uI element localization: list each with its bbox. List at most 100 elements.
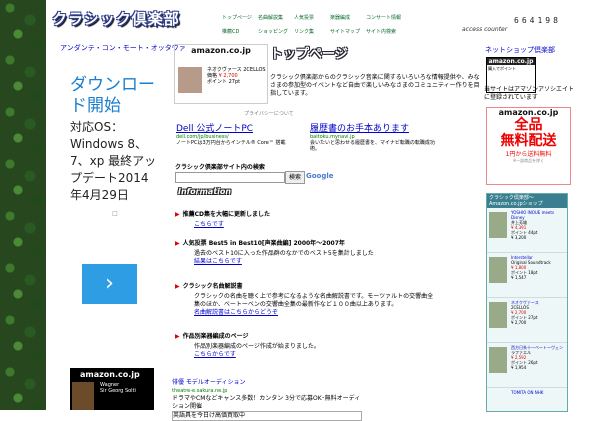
news-item: 作品別楽器編成のページ 作品別楽器編成のページ作成が始まりました。こちらからです bbox=[175, 331, 435, 359]
nav-site-search[interactable]: サイト内検索 bbox=[366, 28, 396, 35]
news-body: 作品別楽器編成のページ作成が始まりました。 こちらからです bbox=[194, 343, 435, 359]
points: ポイント 27pt bbox=[207, 79, 241, 85]
google-logo: Google bbox=[306, 172, 334, 180]
item-thumbnail[interactable] bbox=[489, 347, 507, 373]
access-counter-label: access counter bbox=[462, 26, 508, 33]
nav-popular-vote[interactable]: 人気投票 bbox=[294, 14, 322, 21]
album-thumbnail[interactable] bbox=[178, 67, 202, 93]
nav-sitemap[interactable]: サイトマップ bbox=[330, 28, 360, 35]
album-info: ネオクヴァース 2CELLOS 価格 ¥ 2,700 ポイント 27pt bbox=[207, 67, 266, 85]
ad-body: 対応OS：Windows 8、7、xp 最終アップデート2014年4月29日 bbox=[70, 120, 157, 202]
ad-arrow-button[interactable]: › bbox=[82, 264, 137, 304]
item-info: TOMITA ON NHK bbox=[511, 390, 543, 395]
news-item: 人気投票 Best5 in Best10[声楽曲編] 2000年〜2007年 過… bbox=[175, 238, 435, 266]
audition-ad[interactable]: 俳優 モデルオーディション theatre-e.sakura.ne.jp ドラマ… bbox=[172, 379, 362, 421]
andante-link[interactable]: アンダンテ・コン・モート・オッタヴァ bbox=[60, 44, 186, 52]
search-button[interactable]: 検索 bbox=[285, 171, 305, 184]
ad-dell[interactable]: Dell 公式ノートPC dell.com/jp/business/ ノートPC… bbox=[176, 121, 306, 146]
amazon-logo: amazon.co.jp bbox=[487, 58, 535, 65]
search-label: クラシック倶楽部サイト内の検索 bbox=[175, 164, 265, 171]
nav-shopping[interactable]: ショッピング bbox=[258, 28, 288, 35]
amazon-logo: amazon.co.jp bbox=[191, 46, 251, 55]
nav-links[interactable]: リンク集 bbox=[294, 28, 322, 35]
album-info: Wagner Sir Georg Solti bbox=[100, 382, 136, 394]
item-info: YOSHIO INOUE meets Disney 井上芳雄 ¥ 4,391 ポ… bbox=[511, 210, 567, 240]
main-amazon-widget[interactable]: amazon.co.jp ネオクヴァース 2CELLOS 価格 ¥ 2,700 … bbox=[174, 44, 268, 104]
news-body: クラシックの名曲を聴く上で参考になるような名曲解説書です。モーツァルトの交響曲全… bbox=[194, 293, 435, 317]
ad-desc: 会いたいと思わせる履歴書を、マイナビ転職の転職成功術。 bbox=[310, 140, 435, 152]
intro-text: クラシック倶楽部からのクラシック音楽に関するいろいろな情報提供や、みなさまの参加… bbox=[270, 74, 480, 97]
news-body: 過去のベスト10に入った作品群のなかでのベスト5を集計しました 結果はこちらです bbox=[194, 250, 435, 266]
item-extra: ¥ 3,200 bbox=[511, 235, 527, 240]
ad-resume[interactable]: 履歴書のお手本あります baitoku.mynavi.jp 会いたいと思わせる履… bbox=[310, 121, 440, 152]
associate-notice: 当サイトはアマゾンアソシエイトに登録されています bbox=[484, 86, 575, 101]
ad-footer[interactable]: 英語具を今日け高価買取中 bbox=[172, 411, 362, 421]
ad-url[interactable]: theatre-e.sakura.ne.jp bbox=[172, 387, 362, 395]
item-info: Interstellar Original Soundtrack ¥ 1,800… bbox=[511, 255, 551, 280]
ivy-side-decoration bbox=[0, 0, 46, 410]
page-title: トップページ bbox=[270, 47, 348, 62]
shop-item[interactable]: ネオクヴァース 2CELLOS ¥ 2,700 ポイント 27pt ¥ 2,70… bbox=[487, 298, 567, 343]
ad-title[interactable]: Dell 公式ノートPC bbox=[176, 121, 306, 134]
news-title: 推薦CD集を大幅に更新しました bbox=[175, 209, 435, 218]
item-title[interactable]: YOSHIO INOUE meets Disney bbox=[511, 210, 567, 220]
news-link[interactable]: 名曲解説書はこちらからどうぞ bbox=[194, 309, 278, 316]
main-nav: トップページ 名曲解説集 人気投票 楽器編成 コンサート情報 推薦CD ショッピ… bbox=[222, 14, 422, 42]
news-title: クラシック名曲解説書 bbox=[175, 281, 435, 290]
nav-top[interactable]: トップページ bbox=[222, 14, 252, 21]
ad-desc: ノートPCは3万円台からインテル® Core™ 搭載 bbox=[176, 140, 286, 146]
search-input[interactable] bbox=[175, 172, 285, 183]
site-logo[interactable]: クラシック倶楽部 bbox=[52, 8, 192, 36]
item-thumbnail[interactable] bbox=[489, 302, 507, 328]
news-link[interactable]: こちらです bbox=[194, 221, 224, 228]
nav-concert[interactable]: コンサート情報 bbox=[366, 14, 401, 21]
amazon-points-text: 購入でポイント bbox=[488, 66, 516, 71]
news-link[interactable]: 結果はこちらです bbox=[194, 258, 242, 265]
news-body: こちらです bbox=[194, 221, 435, 229]
free-shipping-headline-2: 無料配送 bbox=[500, 133, 557, 149]
shop-item[interactable]: Interstellar Original Soundtrack ¥ 1,800… bbox=[487, 253, 567, 298]
nav-instrumentation[interactable]: 楽器編成 bbox=[330, 14, 358, 21]
information-heading: Information bbox=[178, 187, 232, 196]
amazon-logo: amazon.co.jp bbox=[498, 108, 559, 117]
top-link-row: アンダンテ・コン・モート・オッタヴァ bbox=[60, 43, 186, 53]
ad-title[interactable]: 俳優 モデルオーディション bbox=[172, 379, 362, 387]
ad-headline[interactable]: ダウンロード開始 bbox=[70, 75, 160, 117]
nav-commentary[interactable]: 名曲解説集 bbox=[258, 14, 286, 21]
net-shop-link[interactable]: ネットショップ倶楽部 bbox=[485, 45, 555, 55]
shop-item[interactable]: YOSHIO INOUE meets Disney 井上芳雄 ¥ 4,391 ポ… bbox=[487, 208, 567, 253]
ad-title[interactable]: 履歴書のお手本あります bbox=[310, 121, 440, 134]
news-text: 作品別楽器編成のページ作成が始まりました。 bbox=[194, 343, 320, 350]
album-artist: Sir Georg Solti bbox=[100, 388, 136, 394]
shop-item[interactable]: 西方日系十一ベートーヴェン ラファエル ¥ 2,592 ポイント 26pt ¥ … bbox=[487, 343, 567, 388]
item-info: ネオクヴァース 2CELLOS ¥ 2,700 ポイント 27pt ¥ 2,70… bbox=[511, 300, 539, 325]
free-shipping-note: ※一部商品を除く bbox=[512, 158, 545, 163]
news-title: 人気投票 Best5 in Best10[声楽曲編] 2000年〜2007年 bbox=[175, 238, 435, 247]
item-thumbnail[interactable] bbox=[489, 212, 507, 238]
news-link[interactable]: こちらからです bbox=[194, 351, 236, 358]
news-item: クラシック名曲解説書 クラシックの名曲を聴く上で参考になるような名曲解説書です。… bbox=[175, 281, 435, 317]
item-extra: ¥ 1,954 bbox=[511, 365, 527, 370]
ad-choices-icon[interactable]: □ bbox=[70, 210, 160, 217]
item-extra: ¥ 2,700 bbox=[511, 320, 527, 325]
nav-row-1: トップページ 名曲解説集 人気投票 楽器編成 コンサート情報 bbox=[222, 14, 422, 21]
shop-header[interactable]: クラシック倶楽部〜Amazon.co.jpショップ bbox=[487, 194, 567, 208]
item-title[interactable]: TOMITA ON NHK bbox=[511, 390, 543, 395]
item-thumbnail[interactable] bbox=[489, 257, 507, 283]
ad-desc: ドラマやCMなどキャンス多数！カンタン 3分で応募OK･無料オーディション開催 bbox=[172, 395, 361, 410]
item-extra: ¥ 1,547 bbox=[511, 275, 527, 280]
free-shipping-banner[interactable]: amazon.co.jp 全品 無料配送 1円から送料無料 ※一部商品を除く bbox=[486, 107, 571, 185]
album-thumbnail[interactable] bbox=[72, 382, 94, 410]
free-shipping-sub: 1円から送料無料 bbox=[505, 151, 552, 158]
free-shipping-headline-1: 全品 bbox=[514, 117, 543, 133]
left-amazon-widget[interactable]: amazon.co.jp Wagner Sir Georg Solti bbox=[70, 368, 154, 410]
item-info: 西方日系十一ベートーヴェン ラファエル ¥ 2,592 ポイント 26pt ¥ … bbox=[511, 345, 563, 370]
amazon-shop-widget[interactable]: クラシック倶楽部〜Amazon.co.jpショップ YOSHIO INOUE m… bbox=[486, 193, 568, 412]
privacy-link[interactable]: プライバシーについて bbox=[244, 110, 294, 117]
shop-item[interactable]: TOMITA ON NHK bbox=[487, 388, 567, 411]
news-text: 過去のベスト10に入った作品群のなかでのベスト5を集計しました bbox=[194, 250, 374, 257]
amazon-logo: amazon.co.jp bbox=[80, 370, 140, 379]
nav-recommended-cd[interactable]: 推薦CD bbox=[222, 28, 250, 35]
news-text: クラシックの名曲を聴く上で参考になるような名曲解説書です。モーツァルトの交響曲全… bbox=[194, 293, 434, 308]
news-title: 作品別楽器編成のページ bbox=[175, 331, 435, 340]
